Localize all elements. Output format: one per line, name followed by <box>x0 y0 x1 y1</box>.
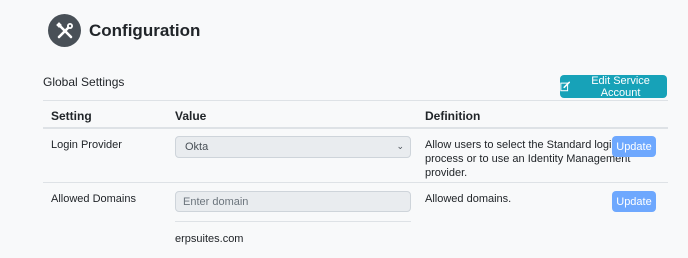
login-provider-select[interactable]: Okta ⌄ <box>175 136 411 158</box>
update-login-provider-button[interactable]: Update <box>612 136 656 157</box>
setting-login-provider: Login Provider <box>51 139 122 151</box>
domain-input[interactable] <box>175 191 411 212</box>
edit-service-account-button[interactable]: Edit Service Account <box>560 74 667 99</box>
table-header-border <box>43 127 668 129</box>
setting-allowed-domains: Allowed Domains <box>51 193 136 205</box>
edit-icon <box>560 81 571 92</box>
edit-service-account-label: Edit Service Account <box>591 74 650 99</box>
page-title: Configuration <box>89 20 201 40</box>
domain-list-divider <box>175 221 411 222</box>
definition-line: provider. <box>425 167 468 179</box>
login-provider-value: Okta <box>185 141 209 153</box>
page-header: Configuration <box>48 14 200 47</box>
domain-list-item: erpsuites.com <box>175 233 244 245</box>
definition-line: Allow users to select the Standard login <box>425 139 618 151</box>
tools-icon <box>48 14 81 47</box>
definition-allowed-domains: Allowed domains. <box>425 193 512 205</box>
update-allowed-domains-button[interactable]: Update <box>612 191 656 212</box>
definition-line: process or to use an Identity Management <box>425 153 631 165</box>
column-header-definition: Definition <box>425 109 481 123</box>
column-header-setting: Setting <box>51 109 92 123</box>
section-title: Global Settings <box>43 75 125 89</box>
chevron-down-icon: ⌄ <box>396 141 404 151</box>
table-top-border <box>43 100 668 101</box>
row-divider <box>43 182 668 183</box>
column-header-value: Value <box>175 109 207 123</box>
definition-login-provider: Allow users to select the Standard login… <box>425 138 630 180</box>
